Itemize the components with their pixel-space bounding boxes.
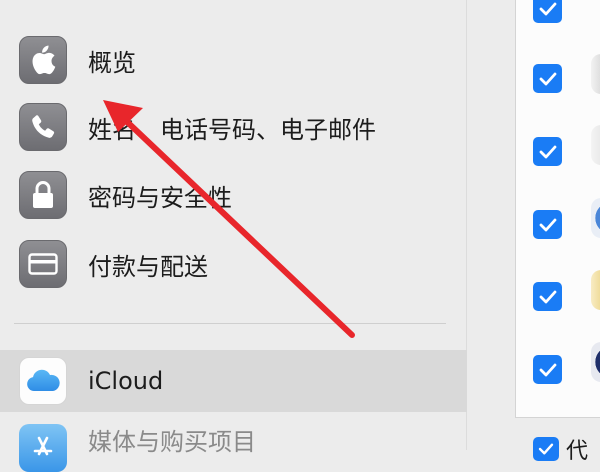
row-checkbox[interactable] — [533, 64, 562, 93]
sidebar-divider — [14, 323, 446, 324]
sidebar-item-overview[interactable]: 概览 — [0, 29, 467, 91]
content-area: 代 — [467, 0, 600, 464]
row-label: 代 — [566, 439, 589, 464]
apple-icon — [19, 36, 67, 84]
phone-icon — [19, 103, 67, 151]
sidebar-item-label: 概览 — [88, 48, 136, 77]
app-icon-thumbnail — [591, 342, 600, 382]
sidebar-item-media-purchases[interactable]: 媒体与购买项目 — [0, 412, 467, 472]
row-checkbox[interactable] — [533, 137, 562, 166]
icloud-icon — [19, 357, 67, 405]
app-icon-thumbnail — [591, 54, 600, 94]
row-checkbox[interactable] — [533, 437, 559, 461]
app-store-icon — [19, 424, 67, 472]
sidebar-item-label: 付款与配送 — [88, 252, 208, 281]
sidebar: 概览 姓名、电话号码、电子邮件 密码与安全性 付款与配送 iCloud 媒体与购… — [0, 0, 467, 472]
sidebar-item-name-phone-email[interactable]: 姓名、电话号码、电子邮件 — [0, 96, 467, 158]
app-icon-thumbnail — [591, 270, 600, 310]
row-checkbox[interactable] — [533, 210, 562, 239]
lock-icon — [19, 171, 67, 219]
sidebar-item-password-security[interactable]: 密码与安全性 — [0, 164, 467, 226]
app-icon-thumbnail — [591, 125, 600, 165]
sidebar-item-label: 姓名、电话号码、电子邮件 — [88, 115, 376, 144]
sidebar-item-label: 媒体与购买项目 — [88, 428, 256, 456]
sidebar-item-payment-shipping[interactable]: 付款与配送 — [0, 233, 467, 295]
credit-card-icon — [19, 240, 67, 288]
app-icon-thumbnail — [591, 198, 600, 238]
sidebar-item-icloud[interactable]: iCloud — [0, 350, 467, 412]
sidebar-item-label: 密码与安全性 — [88, 183, 232, 212]
row-checkbox[interactable] — [533, 0, 562, 23]
sidebar-item-label: iCloud — [88, 367, 164, 395]
row-checkbox[interactable] — [533, 282, 562, 311]
row-checkbox[interactable] — [533, 355, 562, 384]
